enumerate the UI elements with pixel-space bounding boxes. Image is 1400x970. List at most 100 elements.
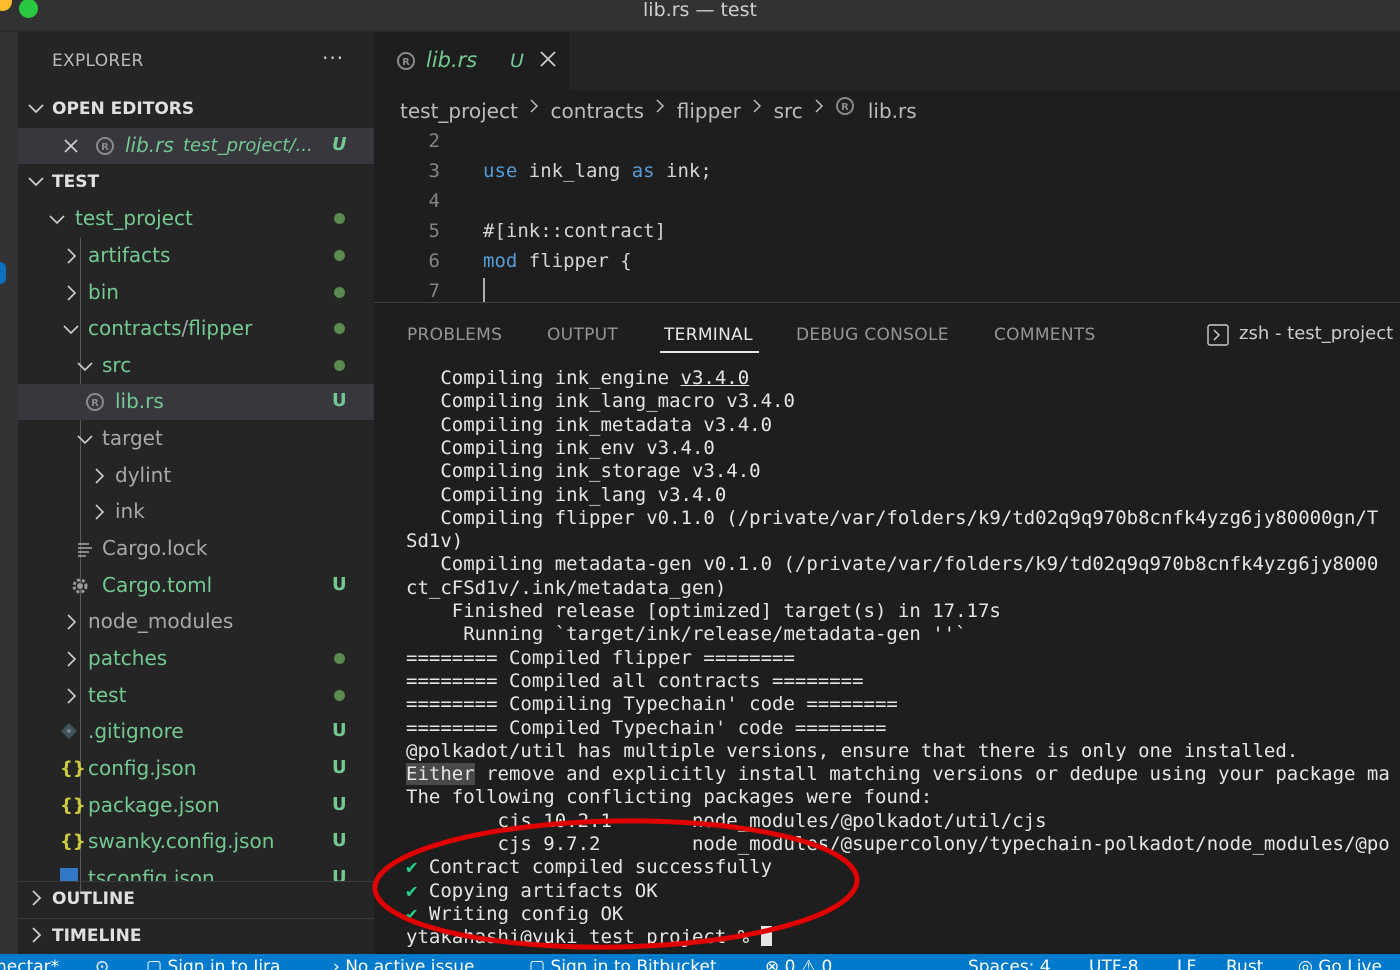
- tree-item-label: artifacts: [88, 243, 171, 267]
- code-text: #[ink::contract]: [483, 220, 667, 242]
- explorer-title: EXPLORER: [52, 51, 144, 71]
- close-icon[interactable]: [63, 138, 79, 154]
- tree-item-label: node_modules: [88, 609, 234, 633]
- tree-file-cargo-toml[interactable]: Cargo.toml U: [18, 568, 374, 604]
- outline-section[interactable]: OUTLINE: [18, 881, 374, 917]
- code-line[interactable]: 3 use ink_lang as ink;: [374, 158, 1400, 188]
- tree-folder-test-project[interactable]: test_project: [18, 201, 374, 237]
- tree-item-label: contracts/flipper: [88, 316, 253, 340]
- open-editor-item[interactable]: R lib.rs test_project/... U: [18, 128, 374, 164]
- tab-output[interactable]: OUTPUT: [547, 325, 618, 345]
- terminal-line: Running `target/ink/release/metadata-gen…: [406, 623, 967, 646]
- rust-file-icon: R: [836, 97, 855, 115]
- status-indentation[interactable]: Spaces: 4: [968, 957, 1051, 970]
- section-label: OUTLINE: [52, 889, 135, 909]
- status-go-live[interactable]: ◎ Go Live: [1298, 957, 1382, 970]
- status-branch[interactable]: nectar*: [0, 957, 59, 970]
- status-problems[interactable]: ⊗ 0 ⚠ 0: [765, 957, 832, 970]
- terminal-selector[interactable]: zsh - test_project: [1239, 323, 1393, 344]
- tree-item-label: test: [88, 683, 127, 707]
- chevron-right-icon: [32, 890, 42, 906]
- git-status-badge: U: [332, 134, 347, 155]
- chevron-right-icon: [530, 99, 539, 113]
- code-line[interactable]: 5 #[ink::contract]: [374, 218, 1400, 248]
- breadcrumb-item[interactable]: contracts: [551, 99, 645, 123]
- tab-debug-console[interactable]: DEBUG CONSOLE: [796, 325, 949, 345]
- tree-file-config-json[interactable]: {} config.json U: [18, 751, 374, 787]
- title-bar: lib.rs — test: [0, 0, 1400, 32]
- tree-folder-target[interactable]: target: [18, 421, 374, 457]
- tree-item-label: config.json: [88, 756, 197, 780]
- breadcrumb-item[interactable]: test_project: [400, 99, 518, 123]
- tree-folder-patches[interactable]: patches: [18, 641, 374, 677]
- tree-folder-artifacts[interactable]: artifacts: [18, 238, 374, 274]
- terminal-line: Finished release [optimized] target(s) i…: [406, 600, 1001, 622]
- status-language[interactable]: Rust: [1226, 957, 1263, 970]
- git-modified-dot: [334, 250, 345, 261]
- tree-folder-ink[interactable]: ink: [18, 494, 374, 530]
- tree-folder-src[interactable]: src: [18, 348, 374, 384]
- tab-problems[interactable]: PROBLEMS: [407, 325, 502, 345]
- tree-folder-contracts-flipper[interactable]: contracts/flipper: [18, 311, 374, 347]
- line-number: 2: [428, 130, 440, 152]
- tree-folder-test[interactable]: test: [18, 678, 374, 714]
- breadcrumb-item[interactable]: flipper: [677, 99, 741, 123]
- tab-comments[interactable]: COMMENTS: [994, 325, 1096, 345]
- tree-file-swanky-config-json[interactable]: {} swanky.config.json U: [18, 824, 374, 860]
- code-line[interactable]: 4: [374, 188, 1400, 218]
- terminal-line: ct_cFSd1v/.ink/metadata_gen): [406, 576, 727, 599]
- tree-folder-bin[interactable]: bin: [18, 275, 374, 311]
- code-line[interactable]: 6 mod flipper {: [374, 248, 1400, 278]
- tree-item-label: tsconfig.json: [88, 866, 215, 881]
- workspace-section[interactable]: TEST: [18, 165, 374, 201]
- open-editors-section[interactable]: OPEN EDITORS: [18, 92, 374, 128]
- chevron-down-icon: [49, 215, 65, 225]
- status-jira[interactable]: ▢ Sign in to Jira: [146, 957, 280, 970]
- chevron-right-icon: [95, 504, 105, 520]
- git-status-badge: U: [332, 574, 347, 595]
- tree-item-label: bin: [88, 280, 119, 304]
- status-bar: nectar* ⊙ ▢ Sign in to Jira › No active …: [0, 954, 1400, 970]
- tree-file-cargo-lock[interactable]: Cargo.lock: [18, 531, 374, 567]
- tree-item-label: .gitignore: [88, 719, 184, 743]
- tab-terminal[interactable]: TERMINAL: [664, 325, 753, 345]
- git-diamond-icon: [61, 723, 77, 739]
- typescript-icon: [60, 868, 78, 881]
- breadcrumb-item[interactable]: lib.rs: [868, 99, 917, 123]
- chevron-down-icon: [63, 325, 79, 335]
- tab-lib-rs[interactable]: R lib.rs U: [374, 32, 569, 90]
- terminal-line: Compiling ink_lang_macro v3.4.0: [406, 390, 795, 413]
- timeline-section[interactable]: TIMELINE: [18, 918, 374, 954]
- tree-item-label: target: [102, 426, 163, 450]
- status-bitbucket[interactable]: ▢ Sign in to Bitbucket: [529, 957, 717, 970]
- svg-text:R: R: [101, 142, 109, 153]
- gear-icon: [72, 578, 88, 594]
- tree-item-label: Cargo.lock: [102, 536, 208, 560]
- rust-file-icon: R: [96, 137, 114, 155]
- tree-folder-dylint[interactable]: dylint: [18, 458, 374, 494]
- code-text: use ink_lang as ink;: [483, 160, 712, 182]
- tree-file-tsconfig-json[interactable]: tsconfig.json U: [18, 861, 374, 881]
- code-text: mod flipper {: [483, 250, 632, 272]
- tree-folder-node-modules[interactable]: node_modules: [18, 604, 374, 640]
- explorer-header: EXPLORER ···: [18, 32, 374, 92]
- svg-text:R: R: [842, 102, 850, 113]
- code-line[interactable]: 2: [374, 128, 1400, 158]
- status-eol[interactable]: LF: [1177, 957, 1196, 970]
- tab-label: lib.rs: [426, 48, 478, 72]
- line-number: 4: [428, 190, 440, 212]
- git-status-badge: U: [332, 830, 347, 851]
- status-issue[interactable]: › No active issue: [333, 957, 474, 970]
- tree-file-lib-rs[interactable]: R lib.rs U: [18, 384, 374, 420]
- breadcrumb-item[interactable]: src: [774, 99, 803, 123]
- json-braces-icon: {}: [60, 831, 86, 852]
- chevron-right-icon: [815, 99, 824, 113]
- tree-file-gitignore[interactable]: .gitignore U: [18, 714, 374, 750]
- tree-file-package-json[interactable]: {} package.json U: [18, 788, 374, 824]
- status-encoding[interactable]: UTF-8: [1089, 957, 1139, 970]
- sync-icon[interactable]: ⊙: [95, 957, 109, 970]
- close-icon[interactable]: [538, 49, 558, 69]
- terminal-line: Sd1v): [406, 530, 464, 553]
- terminal-line: Compiling flipper v0.1.0 (/private/var/f…: [406, 506, 1379, 529]
- more-actions-icon[interactable]: ···: [322, 46, 344, 70]
